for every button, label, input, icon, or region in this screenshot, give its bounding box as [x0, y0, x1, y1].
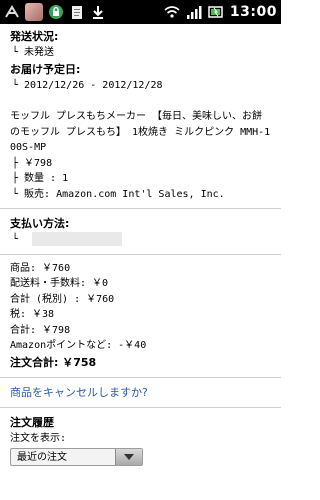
clock: 13:00	[229, 4, 277, 20]
item-quantity: ├ 数量 : 1	[12, 173, 69, 185]
shipping-status-value: └ 未発送	[12, 47, 55, 59]
subtotal: 商品: ￥760	[10, 262, 71, 274]
order-filter-select[interactable]: 最近の注文	[10, 448, 143, 467]
download-icon	[93, 6, 103, 19]
payment-method-prefix: └	[12, 234, 19, 246]
wifi-icon	[164, 6, 180, 18]
delivery-date-label: お届け予定日:	[10, 62, 81, 76]
signal-icon	[186, 6, 202, 19]
payment-method-label: 支払い方法:	[10, 217, 70, 231]
avatar	[25, 3, 43, 21]
pre-tax-total: 合計 (税別) : ￥760	[10, 293, 115, 305]
status-bar: 13:00	[0, 0, 281, 24]
points-discount: Amazonポイントなど: -￥40	[10, 340, 147, 352]
tax: 税: ￥38	[10, 309, 55, 321]
clipboard-icon	[72, 6, 82, 19]
shipping-fee: 配送料・手数料: ￥0	[10, 278, 109, 290]
lock-icon	[49, 5, 63, 19]
chevron-down-icon[interactable]	[115, 449, 142, 466]
item-seller: └ 販売: Amazon.com Int'l Sales, Inc.	[12, 188, 225, 200]
payment-method-value: └	[10, 232, 271, 248]
order-details: 発送状況: └ 未発送 お届け予定日: └ 2012/12/26 - 2012/…	[0, 24, 281, 467]
redacted-payment-info	[32, 232, 123, 247]
order-filter-label: 注文を表示:	[10, 432, 67, 444]
order-filter-selected: 最近の注文	[17, 451, 67, 463]
total: 合計: ￥798	[10, 324, 71, 336]
order-history-heading: 注文履歴	[10, 415, 54, 429]
item-price: ├ ￥798	[12, 157, 53, 169]
battery-icon	[208, 6, 223, 18]
item-title: モッフル プレスもちメーカー 【毎日、美味しい、お餅のモッフル プレスもち】 1…	[10, 111, 271, 154]
order-total: 注文合計: ￥758	[10, 355, 97, 369]
delivery-date-value: └ 2012/12/26 - 2012/12/28	[12, 79, 163, 91]
divider	[0, 406, 281, 408]
cancel-items-link[interactable]: 商品をキャンセルしますか?	[10, 384, 271, 401]
divider	[0, 253, 281, 255]
divider	[0, 376, 281, 378]
divider	[0, 208, 281, 210]
shipping-status-label: 発送状況:	[10, 30, 59, 43]
notification-icon	[5, 5, 19, 18]
